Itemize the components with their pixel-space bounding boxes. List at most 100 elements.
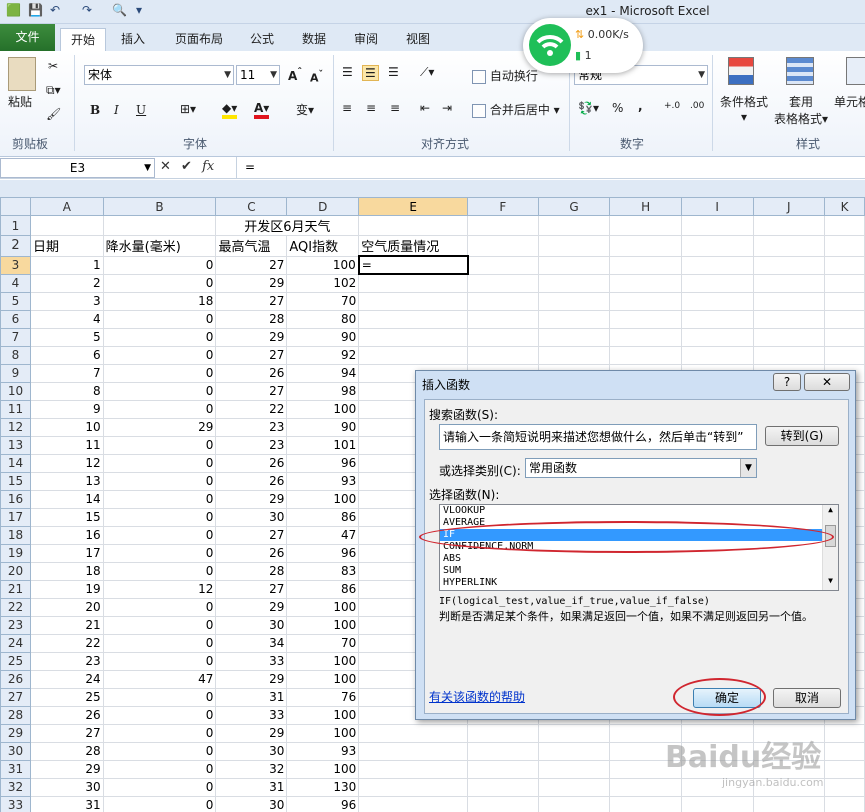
tab-page-layout[interactable]: 页面布局: [164, 28, 234, 51]
cell-precipitation[interactable]: 47: [102, 669, 217, 689]
row-header[interactable]: 17: [0, 507, 31, 527]
cell-aqi[interactable]: 100: [286, 255, 360, 275]
cell-precipitation[interactable]: 0: [102, 435, 217, 455]
list-item[interactable]: HYPERLINK: [440, 577, 838, 589]
cell-date[interactable]: 24: [29, 669, 104, 689]
help-button[interactable]: ?: [773, 373, 801, 391]
cell[interactable]: [537, 235, 611, 257]
go-button[interactable]: 转到(G): [765, 426, 839, 446]
cell[interactable]: [537, 777, 611, 797]
cell-max-temp[interactable]: 28: [215, 309, 288, 329]
cell-date[interactable]: 11: [29, 435, 104, 455]
cell-max-temp[interactable]: 30: [215, 507, 288, 527]
cell-precipitation[interactable]: 0: [102, 543, 217, 563]
table-format-button[interactable]: 套用 表格格式▾: [772, 93, 830, 127]
column-header[interactable]: F: [467, 197, 539, 216]
cell-precipitation[interactable]: 0: [102, 651, 217, 671]
cell[interactable]: [467, 345, 539, 365]
cell-precipitation[interactable]: 0: [102, 633, 217, 653]
cell-max-temp[interactable]: 29: [215, 723, 288, 743]
decrease-indent-icon[interactable]: ⇤: [420, 101, 430, 115]
cell-date[interactable]: 29: [29, 759, 104, 779]
cell-aqi[interactable]: 93: [286, 471, 360, 491]
column-header[interactable]: G: [537, 197, 611, 216]
row-header[interactable]: 30: [0, 741, 31, 761]
row-header[interactable]: 6: [0, 309, 31, 329]
cell[interactable]: [680, 291, 754, 311]
cell[interactable]: [609, 309, 682, 329]
row-header[interactable]: 19: [0, 543, 31, 563]
header-cell[interactable]: 日期: [29, 235, 104, 257]
cell-aqi[interactable]: 70: [286, 633, 360, 653]
cell[interactable]: [752, 255, 826, 275]
cell-date[interactable]: 31: [29, 795, 104, 812]
cell-max-temp[interactable]: 26: [215, 453, 288, 473]
cell-aqi[interactable]: 100: [286, 399, 360, 419]
cell-date[interactable]: 30: [29, 777, 104, 797]
borders-icon[interactable]: ⊞▾: [180, 102, 196, 116]
cell-aqi[interactable]: 96: [286, 453, 360, 473]
cell[interactable]: [609, 273, 682, 293]
cell-date[interactable]: 2: [29, 273, 104, 293]
cell-aqi[interactable]: 90: [286, 327, 360, 347]
cell[interactable]: [609, 235, 682, 257]
cell-aqi[interactable]: 100: [286, 705, 360, 725]
increase-indent-icon[interactable]: ⇥: [442, 101, 452, 115]
column-header[interactable]: I: [680, 197, 754, 216]
formula-input[interactable]: =: [236, 157, 865, 179]
font-color-icon[interactable]: A▾: [254, 101, 270, 119]
category-select[interactable]: 常用函数 ▼: [525, 458, 757, 478]
cell-precipitation[interactable]: 0: [102, 687, 217, 707]
row-header[interactable]: 15: [0, 471, 31, 491]
cell[interactable]: [467, 273, 539, 293]
cell[interactable]: [752, 235, 826, 257]
cell-aqi[interactable]: 100: [286, 759, 360, 779]
conditional-format-button[interactable]: 条件格式 ▾: [718, 93, 770, 124]
column-header[interactable]: D: [286, 197, 360, 216]
list-item[interactable]: SUM: [440, 565, 838, 577]
cell-aqi[interactable]: 101: [286, 435, 360, 455]
bold-button[interactable]: B: [90, 103, 100, 117]
row-header[interactable]: 1: [0, 215, 31, 236]
cell[interactable]: [680, 235, 754, 257]
cell[interactable]: [824, 273, 865, 293]
help-link[interactable]: 有关该函数的帮助: [429, 688, 525, 705]
cell-aqi[interactable]: 83: [286, 561, 360, 581]
conditional-format-icon[interactable]: [728, 57, 754, 85]
cell[interactable]: [752, 309, 826, 329]
cell-air-quality[interactable]: [358, 345, 469, 365]
cell[interactable]: [824, 759, 865, 779]
cell-precipitation[interactable]: 0: [102, 255, 217, 275]
cell[interactable]: [680, 309, 754, 329]
sheet-title-cell[interactable]: 开发区6月天气: [215, 215, 360, 236]
cell[interactable]: [29, 215, 104, 236]
cell-aqi[interactable]: 100: [286, 615, 360, 635]
cell[interactable]: [537, 795, 611, 812]
cell-max-temp[interactable]: 29: [215, 327, 288, 347]
cell-date[interactable]: 6: [29, 345, 104, 365]
cell-precipitation[interactable]: 0: [102, 273, 217, 293]
cell-max-temp[interactable]: 30: [215, 615, 288, 635]
cell[interactable]: [680, 327, 754, 347]
cell[interactable]: [680, 215, 754, 236]
row-header[interactable]: 8: [0, 345, 31, 365]
cell[interactable]: [609, 345, 682, 365]
table-format-icon[interactable]: [786, 57, 814, 85]
cell[interactable]: [609, 255, 682, 275]
header-cell[interactable]: AQI指数: [286, 235, 360, 257]
cell-aqi[interactable]: 100: [286, 651, 360, 671]
scroll-up-icon[interactable]: ▲: [823, 505, 838, 519]
cell-date[interactable]: 14: [29, 489, 104, 509]
cell-aqi[interactable]: 96: [286, 543, 360, 563]
cell-precipitation[interactable]: 0: [102, 597, 217, 617]
row-header[interactable]: 2: [0, 235, 31, 257]
row-header[interactable]: 9: [0, 363, 31, 383]
cell-styles-icon[interactable]: [846, 57, 865, 85]
cell-precipitation[interactable]: 0: [102, 471, 217, 491]
format-painter-icon[interactable]: 🖌: [46, 107, 61, 121]
cell-date[interactable]: 27: [29, 723, 104, 743]
cell-max-temp[interactable]: 27: [215, 345, 288, 365]
cell-styles-button[interactable]: 单元格: [834, 93, 865, 110]
cell[interactable]: [537, 327, 611, 347]
cell-aqi[interactable]: 70: [286, 291, 360, 311]
